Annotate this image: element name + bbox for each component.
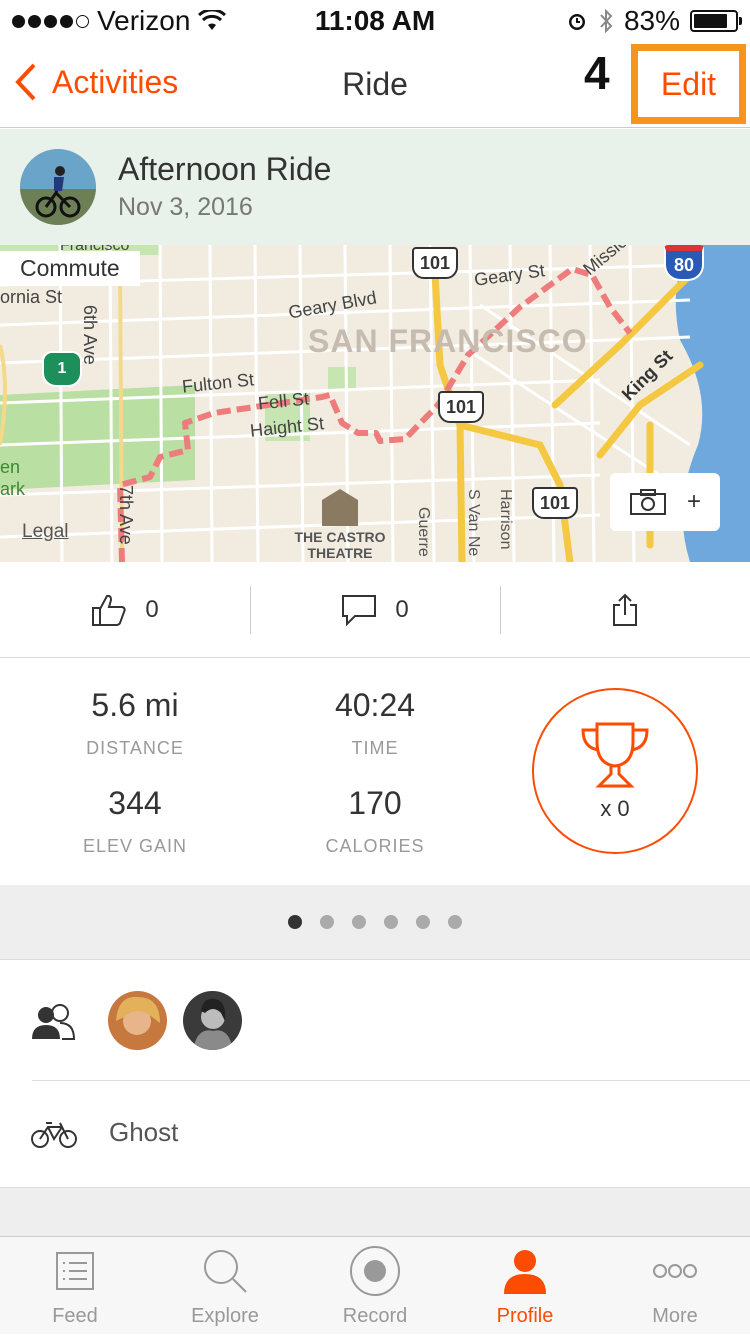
- castro-line-2: THEATRE: [307, 545, 373, 561]
- feed-icon: [56, 1252, 94, 1290]
- tab-label: Feed: [52, 1305, 98, 1327]
- thumbs-up-icon: [92, 594, 126, 626]
- hw101-shield-north: 101: [412, 247, 458, 279]
- kudos-count: 0: [145, 596, 159, 623]
- map-label-7th-ave: 7th Ave: [116, 485, 136, 545]
- route-map[interactable]: ornia St Francisco 6th Ave 7th Ave Geary…: [0, 245, 750, 562]
- map-label-s-van-ness: S Van Ne: [465, 489, 482, 557]
- battery-percent: 83%: [623, 5, 680, 36]
- castro-line-1: THE CASTRO: [294, 529, 386, 545]
- map-label-guerrero: Guerre: [415, 507, 432, 557]
- map-label-city: SAN FRANCISCO: [308, 323, 588, 359]
- map-label-park-2: ark: [0, 479, 26, 499]
- map-label-harrison: Harrison: [497, 489, 514, 550]
- stats-page-indicator[interactable]: [0, 885, 750, 960]
- status-bar: Verizon 11:08 AM 83%: [0, 0, 750, 40]
- tab-record[interactable]: Record: [300, 1237, 450, 1335]
- stat-label: TIME: [351, 738, 399, 758]
- i80-shield: 80: [664, 245, 704, 281]
- navigation-bar: Activities Ride 4 Edit: [0, 40, 750, 128]
- tab-bar: Feed Explore Record Profile More: [0, 1236, 750, 1334]
- page-dot[interactable]: [416, 915, 430, 929]
- comment-icon: [342, 595, 377, 626]
- more-icon: [653, 1264, 697, 1278]
- tab-label: Record: [342, 1305, 408, 1327]
- achievement-count: x 0: [600, 796, 630, 821]
- athlete-avatar[interactable]: [20, 149, 96, 225]
- gear-name: Ghost: [109, 1117, 179, 1147]
- alarm-icon: [568, 14, 585, 30]
- tab-label: More: [652, 1305, 698, 1327]
- tab-explore[interactable]: Explore: [150, 1237, 300, 1335]
- map-label-6th-ave: 6th Ave: [80, 305, 100, 365]
- group-icon: [32, 1004, 76, 1040]
- share-icon: [613, 593, 637, 626]
- stat-label: DISTANCE: [86, 738, 184, 758]
- page-dot[interactable]: [448, 915, 462, 929]
- group-athletes-row[interactable]: [0, 961, 750, 1080]
- tab-more[interactable]: More: [600, 1237, 750, 1335]
- trophy-icon: [581, 722, 649, 788]
- stat-value: 344: [108, 785, 162, 821]
- activity-stats: 5.6 mi DISTANCE 40:24 TIME 344 ELEV GAIN…: [0, 659, 750, 885]
- edit-label: Edit: [660, 65, 717, 102]
- page-dot[interactable]: [320, 915, 334, 929]
- hw101-shield-south: 101: [532, 487, 578, 519]
- edit-button[interactable]: Edit: [631, 44, 746, 124]
- map-label-california: ornia St: [0, 287, 63, 307]
- stat-value: 5.6 mi: [91, 687, 179, 723]
- page-dot[interactable]: [288, 915, 302, 929]
- record-icon: [350, 1246, 400, 1296]
- step-marker: 4: [584, 47, 610, 99]
- legal-link[interactable]: Legal: [22, 521, 69, 543]
- stat-value: 40:24: [334, 687, 416, 723]
- stat-label: ELEV GAIN: [82, 836, 188, 856]
- stat-time: 40:24 TIME: [255, 687, 495, 759]
- gear-row[interactable]: Ghost: [0, 1081, 750, 1187]
- add-photo-button[interactable]: +: [610, 473, 720, 531]
- stat-distance: 5.6 mi DISTANCE: [15, 687, 255, 759]
- page-dot[interactable]: [384, 915, 398, 929]
- bluetooth-icon: [600, 8, 613, 34]
- achievements-button[interactable]: x 0: [532, 688, 698, 854]
- tab-feed[interactable]: Feed: [0, 1237, 150, 1335]
- section-spacer: [0, 1187, 750, 1236]
- activity-name: Afternoon Ride: [118, 151, 332, 187]
- activity-actions: 0 0: [0, 562, 750, 658]
- hw101-shield-center: 101: [438, 391, 484, 423]
- map-label-castro-theatre: THE CASTRO THEATRE: [294, 529, 386, 561]
- commute-tag: Commute: [0, 251, 140, 286]
- stat-value: 170: [348, 785, 402, 821]
- activity-header[interactable]: Afternoon Ride Nov 3, 2016: [0, 129, 750, 245]
- stat-label: CALORIES: [325, 836, 425, 856]
- tab-profile[interactable]: Profile: [450, 1237, 600, 1335]
- search-icon: [204, 1250, 247, 1293]
- kudos-button[interactable]: 0: [0, 562, 250, 658]
- camera-icon: [629, 489, 666, 515]
- comments-count: 0: [395, 596, 409, 623]
- stat-calories: 170 CALORIES: [255, 785, 495, 857]
- tab-label: Explore: [191, 1305, 259, 1327]
- profile-icon: [504, 1250, 546, 1294]
- tab-label: Profile: [496, 1305, 554, 1327]
- page-dot[interactable]: [352, 915, 366, 929]
- athlete-avatar[interactable]: [183, 991, 242, 1050]
- athlete-avatar[interactable]: [108, 991, 167, 1050]
- battery-icon: [690, 10, 742, 32]
- map-label-park-1: en: [0, 457, 21, 477]
- plus-icon: +: [686, 488, 701, 515]
- comment-button[interactable]: 0: [250, 562, 500, 658]
- share-button[interactable]: [500, 562, 750, 658]
- stat-elevation-gain: 344 ELEV GAIN: [15, 785, 255, 857]
- ca1-shield: 1: [42, 351, 82, 387]
- bike-icon: [31, 1122, 77, 1148]
- activity-date: Nov 3, 2016: [118, 193, 253, 221]
